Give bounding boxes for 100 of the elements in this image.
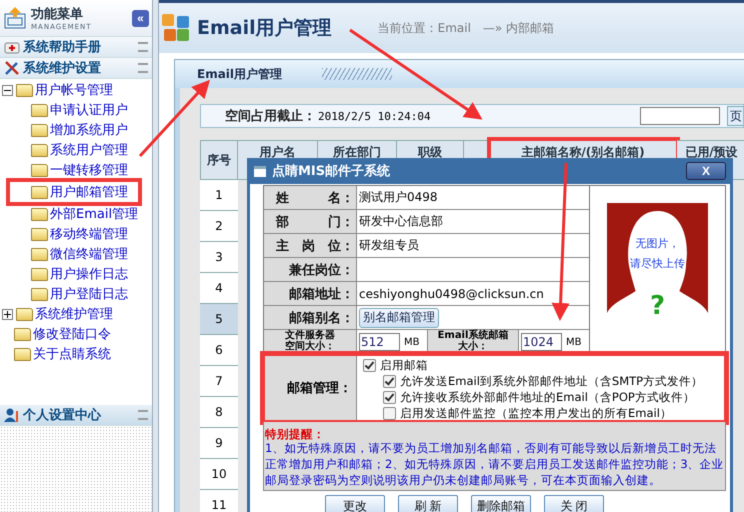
row-number-cell: 9 (200, 428, 238, 459)
input-field[interactable]: 1024 (521, 333, 562, 351)
collapse-toggle-icon[interactable] (2, 84, 13, 96)
row-number-cell: 3 (200, 242, 238, 273)
folder-icon (14, 328, 31, 340)
field-label: 邮箱管理： (264, 355, 357, 421)
checkbox-label: 允许发送Email到系统外部邮件地址（含SMTP方式发件） (400, 374, 704, 388)
tree-item[interactable]: 关于点睛系统 (32, 345, 111, 363)
field-value: 研发组专员 (359, 237, 419, 254)
field-value: ceshiyonghu0498@clicksun.cn (359, 286, 544, 300)
tree-item[interactable]: 系统用户管理 (49, 141, 128, 159)
placeholder-text: 无图片， (634, 236, 680, 250)
section-title: 系统帮助手册 (23, 38, 102, 56)
row-number-cell: 7 (200, 366, 238, 397)
folder-icon (31, 104, 48, 116)
grip-icon (138, 42, 148, 52)
search-field[interactable] (640, 107, 720, 125)
section-header[interactable]: 系统帮助手册 (0, 37, 152, 58)
field-label: 邮箱地址： (264, 282, 357, 305)
page-button[interactable]: 页 (727, 106, 743, 126)
tree-item[interactable]: 用户邮箱管理 (49, 183, 128, 201)
checkbox[interactable] (383, 390, 396, 404)
section-header[interactable]: 个人设置中心 (0, 405, 152, 426)
folder-icon (31, 268, 48, 280)
grip-icon (138, 410, 148, 420)
field-label: 姓 名： (264, 186, 357, 209)
tree-item[interactable]: 移动终端管理 (49, 225, 128, 243)
question-mark: ? (648, 290, 666, 320)
section-header[interactable]: 系统维护设置 (0, 58, 152, 79)
tree-item[interactable]: 用户帐号管理 (34, 81, 113, 99)
panel-title: Email用户管理 (197, 66, 282, 82)
notice-title: 特别提醒： (265, 428, 326, 440)
notice-text: 1、如无特殊原因，请不要为员工增加别名邮箱，否则有可能导致以后新增员工时无法正常增加用户和邮箱；2、如无特殊原因，请不要启用员工发送邮件监控功能；3、企业邮局登录密码为空则说明该用户仍未创建邮局账号，可在本页面输入创建。 (265, 440, 725, 488)
folder-icon (16, 308, 33, 320)
checkbox[interactable] (383, 374, 396, 388)
folder-icon (31, 248, 48, 260)
grip-icon (138, 63, 148, 73)
row-number-cell: 10 (200, 459, 238, 490)
tree-item[interactable]: 增加系统用户 (49, 121, 128, 139)
app-logo-icon (161, 13, 191, 43)
tree-item[interactable]: 外部Email管理 (49, 205, 138, 223)
row-number-cell: 6 (200, 335, 238, 366)
folder-icon (14, 348, 31, 360)
checkbox[interactable] (363, 358, 376, 372)
folder-icon (31, 208, 48, 220)
tree-item[interactable]: 系统维护管理 (34, 305, 113, 323)
row-number-cell: 5 (200, 304, 238, 335)
placeholder-text: 请尽快上传 (629, 256, 686, 270)
alias-button[interactable]: 别名邮箱管理 (359, 308, 439, 328)
row-number-cell: 1 (200, 180, 238, 211)
unit-label: MB (566, 336, 582, 348)
row-number-cell: 11 (200, 490, 238, 512)
section-title: 个人设置中心 (23, 406, 102, 424)
collapse-button[interactable]: « (132, 10, 149, 26)
dialog-button[interactable]: 关 闭 (544, 495, 604, 512)
folder-icon (31, 144, 48, 156)
unit-label: MB (404, 336, 420, 348)
folder-icon (31, 124, 48, 136)
sidebar-title: 功能菜单 (31, 6, 84, 23)
window-icon (254, 166, 266, 176)
folder-icon (31, 186, 48, 198)
section-title: 系统维护设置 (23, 60, 102, 77)
space-time: 2018/2/5 10:24:04 (318, 110, 431, 122)
scrollbar[interactable] (153, 0, 159, 512)
tree-item[interactable]: 微信终端管理 (49, 245, 128, 263)
user-icon (4, 407, 20, 423)
dialog-button[interactable]: 更改 (325, 495, 385, 512)
window-icon (3, 6, 27, 30)
tree-item[interactable]: 一键转移管理 (49, 161, 128, 179)
tree-item[interactable]: 修改登陆口令 (32, 325, 111, 343)
breadcrumb: 当前位置：Email —» 内部邮箱 (378, 20, 554, 36)
row-number-cell: 8 (200, 397, 238, 428)
folder-icon (31, 288, 48, 300)
folder-icon (31, 164, 48, 176)
space-label: 空间占用截止： (225, 108, 316, 125)
row-number-cell: 4 (200, 273, 238, 304)
tree-item[interactable]: 用户操作日志 (49, 265, 128, 283)
field-label: 兼任岗位： (264, 258, 357, 281)
field-label: 主 岗 位： (264, 234, 357, 257)
tools-icon (4, 60, 20, 76)
checkbox-label: 启用发送邮件监控（监控本用户发出的所有Email） (400, 406, 672, 420)
tree-item[interactable]: 用户登陆日志 (49, 285, 128, 303)
first-aid-icon (4, 40, 20, 54)
hatch-pattern (322, 68, 392, 80)
checkbox-label: 启用邮箱 (380, 358, 428, 372)
dialog-button[interactable]: 删除邮箱 (471, 495, 531, 512)
field-value: 研发中心信息部 (359, 213, 443, 230)
page-title: Email用户管理 (197, 16, 332, 41)
close-button[interactable]: X (686, 162, 726, 180)
folder-icon (31, 228, 48, 240)
folder-icon (16, 84, 33, 96)
dialog-button[interactable]: 刷 新 (398, 495, 458, 512)
input-field[interactable]: 512 (359, 333, 400, 351)
row-number-cell: 2 (200, 211, 238, 242)
checkbox[interactable] (383, 406, 396, 420)
column-header: 序号 (200, 140, 238, 180)
field-value: 测试用户0498 (359, 189, 438, 206)
tree-item[interactable]: 申请认证用户 (49, 101, 128, 119)
checkbox-label: 允许接收系统外部邮件地址的Email（含POP方式收件） (400, 390, 695, 404)
expand-toggle-icon[interactable] (2, 308, 13, 320)
